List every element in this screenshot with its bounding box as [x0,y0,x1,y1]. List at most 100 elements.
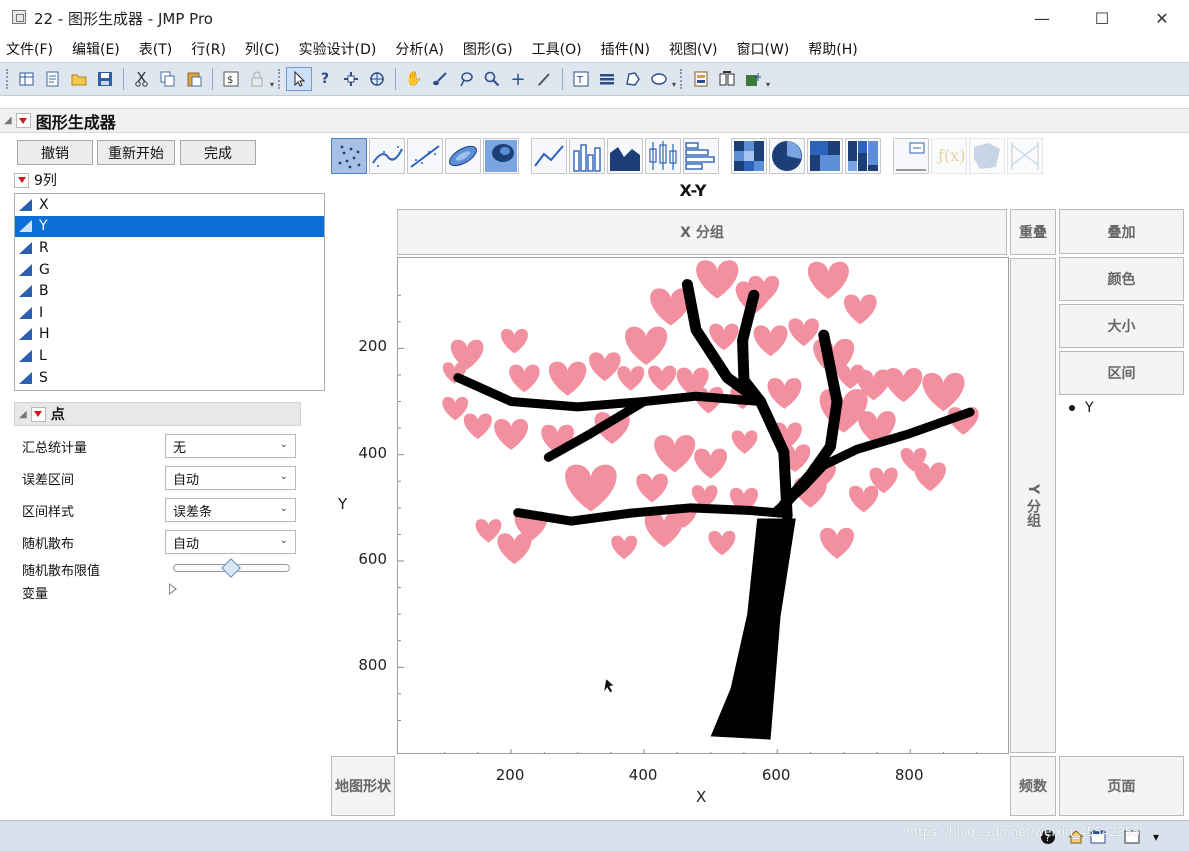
column-item[interactable]: X [15,194,324,216]
heart-point-cluster[interactable] [731,430,758,454]
graph-smoother-icon[interactable] [369,138,405,174]
graph-boxplot-icon[interactable] [645,138,681,174]
jitter-select[interactable]: 自动 ⌄ [165,530,296,554]
error-interval-select[interactable]: 自动 ⌄ [165,466,296,490]
script-icon[interactable]: $ [218,67,244,91]
hand-icon[interactable]: ✋ [401,67,427,91]
compare-icon[interactable] [714,67,740,91]
graph-line-icon[interactable] [531,138,567,174]
heart-point-cluster[interactable] [548,361,587,396]
heart-point-cluster[interactable] [442,396,469,421]
heart-point-cluster[interactable] [696,260,739,299]
heart-point-cluster[interactable] [475,519,502,543]
column-item[interactable]: G [15,259,324,281]
columns-red-triangle-icon[interactable] [14,172,29,188]
map-shape-drop-zone[interactable]: 地图形状 [331,756,395,816]
heart-point-cluster[interactable] [497,533,532,565]
graph-formula-icon[interactable]: ƒ(x) [931,138,967,174]
disclosure-icon[interactable]: ◢ [4,115,12,126]
minimize-button[interactable]: — [1019,4,1065,32]
overlay-drop-zone[interactable]: 重叠 [1010,209,1056,255]
plot-area[interactable] [397,257,1009,754]
close-button[interactable]: ✕ [1139,4,1185,32]
column-item[interactable]: L [15,345,324,367]
graph-line-fit-icon[interactable] [407,138,443,174]
interval-drop-zone[interactable]: 区间 [1059,351,1184,395]
heart-point-cluster[interactable] [709,323,739,351]
column-item[interactable]: S [15,367,324,389]
graph-points-icon[interactable] [331,138,367,174]
heart-point-cluster[interactable] [589,352,621,382]
points-red-triangle-icon[interactable] [30,406,46,422]
lock-icon[interactable] [244,67,270,91]
toolbar-dropdown-icon[interactable]: ▾ [270,80,274,89]
heart-point-cluster[interactable] [767,378,802,409]
menu-rows[interactable]: 行(R) [191,39,226,59]
graph-bar-icon[interactable] [569,138,605,174]
menu-cols[interactable]: 列(C) [245,39,280,59]
text-icon[interactable]: T [568,67,594,91]
status-dropdown-icon[interactable]: ▾ [1148,829,1164,845]
new-script-icon[interactable] [40,67,66,91]
toolbar-grip[interactable] [278,69,282,89]
heart-point-cluster[interactable] [708,530,736,556]
graph-map-shapes-icon[interactable] [969,138,1005,174]
heart-point-cluster[interactable] [450,339,484,370]
new-table-icon[interactable] [14,67,40,91]
report-icon[interactable] [688,67,714,91]
heart-point-cluster[interactable] [644,512,684,548]
undo-button[interactable]: 撤销 [17,140,93,165]
graph-mosaic-icon[interactable] [845,138,881,174]
heart-point-cluster[interactable] [753,325,788,357]
jitter-limit-slider-thumb[interactable] [221,558,241,578]
menu-table[interactable]: 表(T) [139,39,172,59]
heart-point-cluster[interactable] [807,261,849,300]
heart-point-cluster[interactable] [884,368,923,403]
plus-icon[interactable]: + [505,67,531,91]
heart-point-cluster[interactable] [463,413,492,440]
maximize-button[interactable]: ☐ [1079,4,1125,32]
toolbar-dropdown-icon[interactable]: ▾ [672,80,676,89]
addins-icon[interactable]: + [740,67,766,91]
heart-point-cluster[interactable] [565,464,617,512]
lasso-icon[interactable] [453,67,479,91]
column-item[interactable]: H [15,324,324,346]
menu-tools[interactable]: 工具(O) [532,39,582,59]
cut-icon[interactable] [129,67,155,91]
toolbar-grip[interactable] [680,69,684,89]
stack-drop-zone[interactable]: 叠加 [1059,209,1184,254]
arrow-icon[interactable] [286,67,313,91]
variables-expand-icon[interactable] [169,583,177,595]
heart-point-cluster[interactable] [843,294,877,325]
graph-histogram-icon[interactable] [683,138,719,174]
heart-point-cluster[interactable] [922,372,965,412]
copy-icon[interactable] [155,67,181,91]
heart-point-cluster[interactable] [617,366,645,391]
graph-ellipse-icon[interactable] [445,138,481,174]
menu-help[interactable]: 帮助(H) [808,39,857,59]
heart-point-cluster[interactable] [611,535,638,560]
graph-heatmap-icon[interactable] [731,138,767,174]
graph-contour-icon[interactable] [483,138,519,174]
graph-caption-box-icon[interactable] [893,138,929,174]
restart-button[interactable]: 重新开始 [97,140,175,165]
heart-point-cluster[interactable] [636,473,668,503]
annotate-icon[interactable] [531,67,557,91]
open-icon[interactable] [66,67,92,91]
menu-file[interactable]: 文件(F) [6,39,53,59]
help-icon[interactable]: ? [312,67,338,91]
menu-analyze[interactable]: 分析(A) [395,39,444,59]
column-item[interactable]: I [15,302,324,324]
graph-treemap-icon[interactable] [807,138,843,174]
menu-view[interactable]: 视图(V) [669,39,718,59]
paste-icon[interactable] [181,67,207,91]
menu-graph[interactable]: 图形(G) [463,39,513,59]
points-disclosure-icon[interactable]: ◢ [19,409,27,420]
crosshair-icon[interactable] [364,67,390,91]
menu-edit[interactable]: 编辑(E) [72,39,120,59]
red-triangle-menu-icon[interactable] [15,113,31,128]
page-drop-zone[interactable]: 页面 [1059,756,1184,816]
y-group-drop-zone[interactable]: Y 分组 [1010,258,1056,753]
heart-point-cluster[interactable] [654,435,696,473]
menu-window[interactable]: 窗口(W) [737,39,790,59]
